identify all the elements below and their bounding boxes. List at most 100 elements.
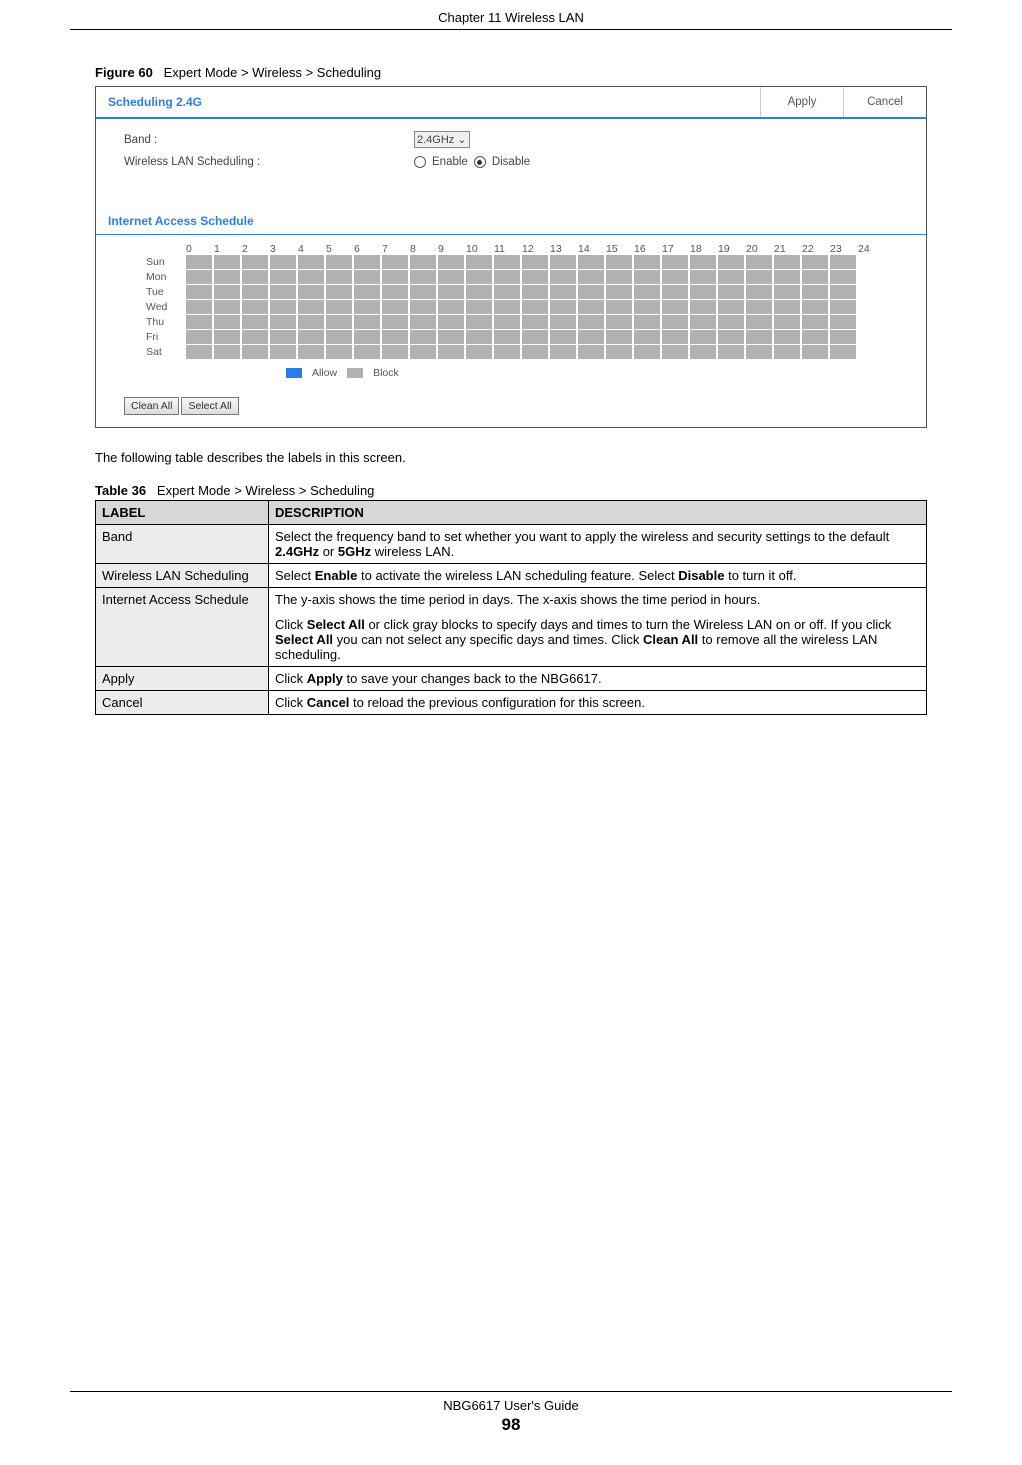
schedule-cell[interactable] [186,345,212,359]
schedule-cell[interactable] [354,330,380,344]
schedule-cell[interactable] [494,285,520,299]
schedule-cell[interactable] [354,300,380,314]
schedule-cell[interactable] [410,345,436,359]
schedule-cell[interactable] [718,315,744,329]
schedule-cell[interactable] [298,330,324,344]
schedule-cell[interactable] [298,300,324,314]
schedule-cell[interactable] [242,315,268,329]
schedule-cell[interactable] [242,285,268,299]
schedule-cell[interactable] [270,255,296,269]
schedule-cell[interactable] [718,300,744,314]
schedule-cell[interactable] [690,270,716,284]
schedule-cell[interactable] [494,255,520,269]
schedule-cell[interactable] [634,330,660,344]
schedule-cell[interactable] [662,255,688,269]
schedule-cell[interactable] [522,270,548,284]
schedule-cell[interactable] [522,330,548,344]
schedule-cell[interactable] [802,300,828,314]
schedule-cell[interactable] [326,330,352,344]
schedule-cell[interactable] [466,300,492,314]
schedule-cell[interactable] [690,315,716,329]
schedule-cell[interactable] [606,330,632,344]
schedule-cell[interactable] [662,285,688,299]
schedule-cell[interactable] [326,285,352,299]
schedule-cell[interactable] [438,270,464,284]
schedule-cell[interactable] [270,285,296,299]
schedule-cell[interactable] [326,300,352,314]
schedule-cell[interactable] [746,255,772,269]
schedule-cell[interactable] [578,255,604,269]
schedule-cell[interactable] [802,345,828,359]
clean-all-button[interactable]: Clean All [124,397,179,415]
schedule-cell[interactable] [606,300,632,314]
schedule-cell[interactable] [242,330,268,344]
schedule-cell[interactable] [550,270,576,284]
schedule-cell[interactable] [382,255,408,269]
schedule-cell[interactable] [578,300,604,314]
schedule-cell[interactable] [410,300,436,314]
schedule-cell[interactable] [718,270,744,284]
schedule-cell[interactable] [830,345,856,359]
schedule-cell[interactable] [774,285,800,299]
schedule-cell[interactable] [634,270,660,284]
schedule-cell[interactable] [326,315,352,329]
schedule-cell[interactable] [214,330,240,344]
schedule-cell[interactable] [634,345,660,359]
schedule-cell[interactable] [494,345,520,359]
schedule-cell[interactable] [270,345,296,359]
schedule-cell[interactable] [634,315,660,329]
schedule-cell[interactable] [830,330,856,344]
schedule-cell[interactable] [354,285,380,299]
schedule-cell[interactable] [270,330,296,344]
schedule-cell[interactable] [494,270,520,284]
schedule-cell[interactable] [522,315,548,329]
schedule-cell[interactable] [550,345,576,359]
schedule-cell[interactable] [214,300,240,314]
schedule-cell[interactable] [830,285,856,299]
schedule-cell[interactable] [578,330,604,344]
schedule-cell[interactable] [214,315,240,329]
schedule-cell[interactable] [466,270,492,284]
schedule-cell[interactable] [494,330,520,344]
schedule-cell[interactable] [718,330,744,344]
band-select[interactable]: 2.4GHz ⌄ [414,131,470,148]
schedule-cell[interactable] [494,300,520,314]
schedule-cell[interactable] [186,285,212,299]
schedule-cell[interactable] [186,270,212,284]
schedule-cell[interactable] [466,285,492,299]
schedule-cell[interactable] [606,270,632,284]
schedule-cell[interactable] [634,285,660,299]
schedule-cell[interactable] [438,300,464,314]
schedule-cell[interactable] [802,330,828,344]
schedule-cell[interactable] [354,255,380,269]
schedule-cell[interactable] [438,315,464,329]
schedule-cell[interactable] [354,270,380,284]
schedule-cell[interactable] [830,270,856,284]
schedule-cell[interactable] [270,315,296,329]
schedule-cell[interactable] [550,285,576,299]
schedule-cell[interactable] [438,330,464,344]
schedule-cell[interactable] [802,270,828,284]
schedule-cell[interactable] [186,300,212,314]
schedule-cell[interactable] [550,255,576,269]
schedule-cell[interactable] [606,255,632,269]
schedule-cell[interactable] [242,255,268,269]
schedule-cell[interactable] [270,270,296,284]
schedule-cell[interactable] [802,255,828,269]
schedule-cell[interactable] [774,345,800,359]
schedule-cell[interactable] [466,255,492,269]
schedule-cell[interactable] [746,285,772,299]
schedule-cell[interactable] [774,255,800,269]
schedule-cell[interactable] [746,315,772,329]
schedule-cell[interactable] [494,315,520,329]
schedule-cell[interactable] [690,345,716,359]
schedule-cell[interactable] [214,255,240,269]
schedule-cell[interactable] [522,255,548,269]
schedule-cell[interactable] [298,285,324,299]
schedule-cell[interactable] [718,345,744,359]
schedule-cell[interactable] [382,315,408,329]
schedule-cell[interactable] [382,330,408,344]
schedule-cell[interactable] [578,345,604,359]
schedule-cell[interactable] [438,285,464,299]
schedule-cell[interactable] [718,255,744,269]
